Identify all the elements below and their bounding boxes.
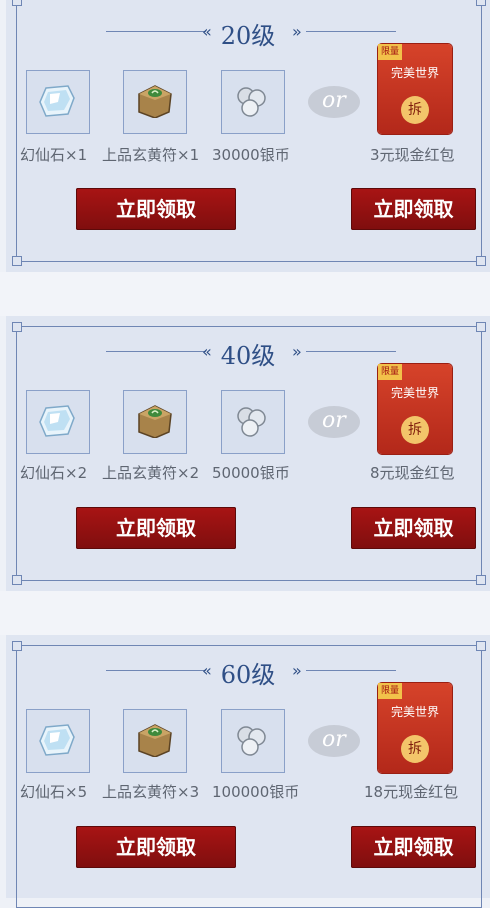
- or-text: or: [322, 408, 346, 433]
- reward-label: 幻仙石×5: [20, 783, 88, 801]
- frame-corner: [476, 641, 486, 651]
- reward-tile-amulet: [123, 709, 187, 773]
- reward-tile-crystal: [26, 70, 90, 134]
- or-divider: or: [304, 719, 364, 763]
- amulet-icon: [138, 405, 172, 438]
- frame-corner: [12, 575, 22, 585]
- crystal-icon: [39, 405, 75, 437]
- or-divider: or: [304, 400, 364, 444]
- reward-tile-crystal: [26, 390, 90, 454]
- title-divider-right: [306, 31, 396, 32]
- chevron-left-icon: «: [202, 661, 212, 680]
- frame-corner: [476, 575, 486, 585]
- amulet-icon: [138, 724, 172, 757]
- coins-icon: [237, 87, 266, 117]
- redpack-seal: 拆: [401, 416, 429, 444]
- title-divider-left: [106, 351, 206, 352]
- or-divider: or: [304, 80, 364, 124]
- level-title: 20级: [220, 22, 276, 50]
- reward-label: 100000银币: [212, 783, 300, 801]
- chevron-right-icon: »: [292, 22, 302, 41]
- frame-corner: [476, 256, 486, 266]
- claim-redpack-button[interactable]: 立即领取: [351, 507, 476, 549]
- level-title: 40级: [220, 342, 276, 370]
- reward-label: 上品玄黄符×2: [102, 464, 200, 482]
- crystal-icon: [39, 85, 75, 117]
- level-title: 60级: [220, 661, 276, 689]
- chevron-right-icon: »: [292, 342, 302, 361]
- limited-tag: 限量: [378, 44, 402, 60]
- redpack-brand: 完美世界: [390, 386, 439, 400]
- reward-tile-coins: [221, 70, 285, 134]
- redpack-label: 3元现金红包: [370, 146, 455, 164]
- chevron-right-icon: »: [292, 661, 302, 680]
- frame-corner: [12, 641, 22, 651]
- reward-tile-amulet: [123, 70, 187, 134]
- reward-section-20: « 20级 » or 限量 完美世界 拆 幻仙石×1 上品玄黄符×1 30000…: [6, 0, 490, 272]
- reward-tile-coins: [221, 390, 285, 454]
- level-title-row: « 40级 »: [6, 336, 490, 370]
- reward-tile-amulet: [123, 390, 187, 454]
- crystal-icon: [39, 724, 75, 756]
- title-divider-right: [306, 670, 396, 671]
- claim-items-button[interactable]: 立即领取: [76, 188, 236, 230]
- title-divider-left: [106, 670, 206, 671]
- limited-tag: 限量: [378, 683, 402, 699]
- reward-tile-crystal: [26, 709, 90, 773]
- section-gap: [0, 591, 490, 635]
- reward-section-60: « 60级 » or 限量 完美世界 拆 幻仙石×5 上品玄黄符×3 10000…: [6, 635, 490, 908]
- or-text: or: [322, 88, 346, 113]
- redpack-label: 18元现金红包: [364, 783, 459, 801]
- reward-label: 上品玄黄符×1: [102, 146, 200, 164]
- redpack-brand: 完美世界: [390, 705, 439, 719]
- cash-redpack: 限量 完美世界 拆: [378, 364, 452, 454]
- claim-redpack-button[interactable]: 立即领取: [351, 826, 476, 868]
- title-divider-left: [106, 31, 206, 32]
- level-title-row: « 60级 »: [6, 655, 490, 689]
- limited-tag: 限量: [378, 364, 402, 380]
- title-divider-right: [306, 351, 396, 352]
- level-title-row: « 20级 »: [6, 16, 490, 50]
- claim-items-button[interactable]: 立即领取: [76, 507, 236, 549]
- frame-corner: [12, 322, 22, 332]
- cash-redpack: 限量 完美世界 拆: [378, 44, 452, 134]
- frame-corner: [12, 0, 22, 6]
- redpack-seal: 拆: [401, 735, 429, 763]
- reward-label: 幻仙石×1: [20, 146, 88, 164]
- claim-redpack-button[interactable]: 立即领取: [351, 188, 476, 230]
- chevron-left-icon: «: [202, 342, 212, 361]
- reward-label: 幻仙石×2: [20, 464, 88, 482]
- section-gap: [0, 272, 490, 316]
- redpack-seal: 拆: [401, 96, 429, 124]
- cash-redpack: 限量 完美世界 拆: [378, 683, 452, 773]
- frame-corner: [476, 0, 486, 6]
- reward-label: 50000银币: [212, 464, 290, 482]
- redpack-label: 8元现金红包: [370, 464, 455, 482]
- reward-label: 上品玄黄符×3: [102, 783, 200, 801]
- amulet-icon: [138, 85, 172, 118]
- redpack-brand: 完美世界: [390, 66, 439, 80]
- claim-items-button[interactable]: 立即领取: [76, 826, 236, 868]
- chevron-left-icon: «: [202, 22, 212, 41]
- coins-icon: [237, 726, 266, 756]
- or-text: or: [322, 727, 346, 752]
- reward-section-40: « 40级 » or 限量 完美世界 拆 幻仙石×2 上品玄黄符×2 50000…: [6, 316, 490, 591]
- coins-icon: [237, 407, 266, 437]
- reward-tile-coins: [221, 709, 285, 773]
- reward-label: 30000银币: [212, 146, 290, 164]
- frame-corner: [476, 322, 486, 332]
- frame-corner: [12, 256, 22, 266]
